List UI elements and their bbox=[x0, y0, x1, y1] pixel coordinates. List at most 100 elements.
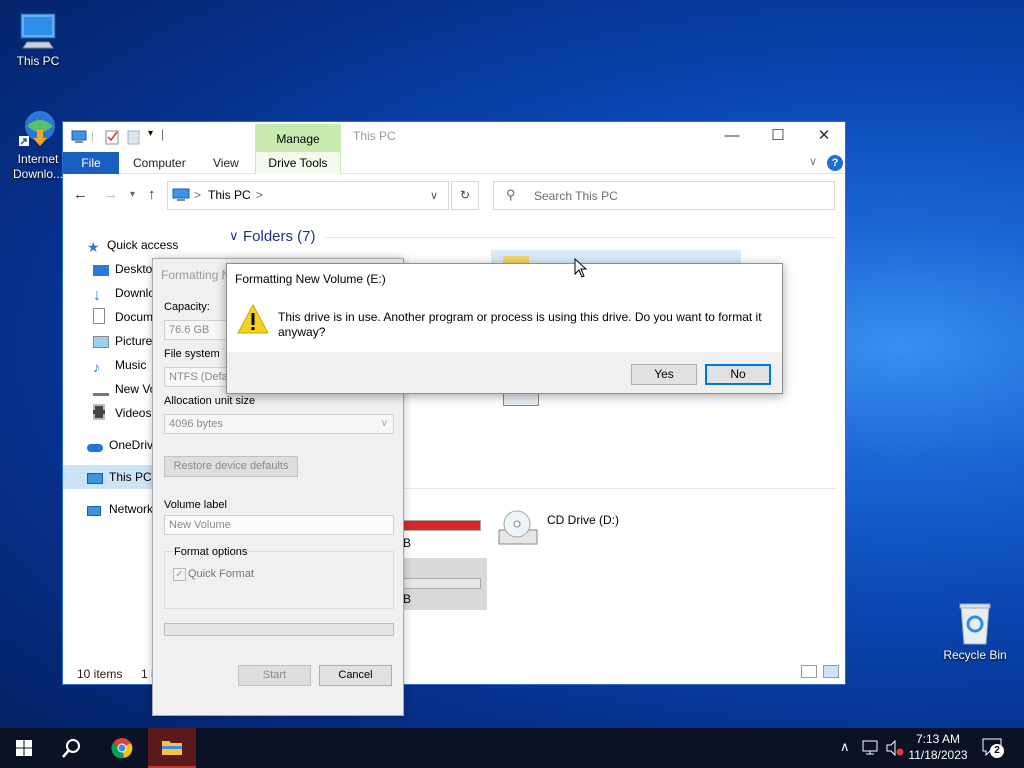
up-arrow-icon[interactable]: ↑ bbox=[148, 186, 156, 203]
address-bar[interactable]: > This PC > ∨ bbox=[167, 181, 449, 210]
drive-usage-bar bbox=[403, 520, 481, 531]
start-button[interactable] bbox=[0, 728, 48, 768]
search-icon: ⚲ bbox=[506, 187, 516, 202]
capacity-label: Capacity: bbox=[164, 301, 210, 313]
sidebar-item-music[interactable]: ♪ Music bbox=[93, 354, 146, 376]
new-folder-icon[interactable] bbox=[126, 129, 142, 145]
desktop-icon-label: Recycle Bin bbox=[943, 648, 1007, 662]
drive-free-space: B bbox=[403, 536, 412, 550]
close-button[interactable]: ✕ bbox=[801, 122, 847, 152]
allocation-unit-value: 4096 bytes bbox=[169, 418, 223, 430]
sidebar-item-videos[interactable]: Videos bbox=[93, 402, 151, 424]
cd-drive-icon[interactable] bbox=[495, 508, 541, 548]
back-arrow-icon[interactable]: ← bbox=[73, 186, 88, 203]
address-dropdown-icon[interactable]: ∨ bbox=[430, 189, 438, 202]
item-count: 10 items bbox=[77, 667, 123, 681]
internet-download-manager-icon bbox=[19, 111, 55, 146]
cd-drive-label[interactable]: CD Drive (D:) bbox=[547, 513, 619, 527]
allocation-unit-label: Allocation unit size bbox=[164, 395, 256, 407]
desktop-icon-this-pc[interactable]: This PC bbox=[0, 10, 76, 69]
properties-icon[interactable] bbox=[104, 129, 120, 145]
format-progress-bar bbox=[164, 623, 394, 636]
collapse-chevron-icon[interactable]: ∨ bbox=[229, 228, 239, 244]
qa-customize-icon[interactable]: ▾ bbox=[148, 128, 153, 139]
system-clock[interactable]: 7:13 AM 11/18/2023 bbox=[905, 731, 971, 763]
no-button[interactable]: No bbox=[705, 364, 771, 385]
search-button[interactable] bbox=[48, 728, 96, 768]
clock-time: 7:13 AM bbox=[915, 732, 961, 746]
sidebar-item-this-pc[interactable]: This PC bbox=[87, 466, 152, 488]
file-system-label: File system bbox=[164, 348, 220, 360]
sidebar-item-pictures[interactable]: Picture bbox=[93, 330, 152, 352]
search-box[interactable]: ⚲ Search This PC bbox=[493, 181, 835, 210]
tab-view[interactable]: View bbox=[213, 152, 239, 174]
start-button[interactable]: Start bbox=[238, 665, 311, 686]
taskbar-file-explorer[interactable] bbox=[148, 728, 196, 768]
tab-computer[interactable]: Computer bbox=[133, 152, 186, 174]
taskbar-chrome[interactable] bbox=[98, 728, 146, 768]
show-hidden-icons-icon[interactable]: ∧ bbox=[840, 739, 850, 755]
quick-format-checkbox[interactable]: ✓ bbox=[173, 568, 186, 581]
windows-logo-icon bbox=[16, 740, 32, 756]
warning-icon bbox=[237, 304, 269, 334]
folder-icon bbox=[162, 741, 182, 755]
computer-icon bbox=[20, 13, 56, 49]
dialog-message: This drive is in use. Another program or… bbox=[278, 310, 762, 339]
mouse-cursor-icon bbox=[574, 258, 588, 278]
search-placeholder[interactable]: Search This PC bbox=[534, 189, 618, 203]
breadcrumb-separator[interactable]: > bbox=[256, 188, 263, 202]
forward-arrow-icon[interactable]: → bbox=[103, 186, 118, 203]
format-options-label: Format options bbox=[173, 546, 249, 558]
cloud-icon bbox=[87, 444, 103, 452]
allocation-unit-select[interactable]: 4096 bytes ∨ bbox=[164, 414, 394, 434]
title-bar: | ▾ | Manage This PC — ☐ ✕ bbox=[63, 122, 845, 152]
tab-manage[interactable]: Manage bbox=[255, 124, 341, 152]
volume-muted-icon[interactable] bbox=[886, 740, 904, 756]
this-pc-icon bbox=[172, 188, 190, 201]
restore-defaults-button[interactable]: Restore device defaults bbox=[164, 456, 298, 477]
large-icons-view-icon[interactable] bbox=[823, 665, 839, 678]
maximize-button[interactable]: ☐ bbox=[755, 122, 801, 152]
drive-icon bbox=[93, 386, 109, 396]
selected-drive-tile[interactable]: B bbox=[403, 558, 487, 610]
desktop-icon-label: This PC bbox=[16, 54, 60, 68]
pictures-icon bbox=[93, 336, 109, 348]
sidebar-item-network[interactable]: Network bbox=[87, 498, 153, 520]
refresh-button[interactable]: ↻ bbox=[451, 181, 479, 210]
drive-usage-bar bbox=[403, 578, 481, 589]
chevron-down-icon: ∨ bbox=[380, 418, 388, 429]
minimize-button[interactable]: — bbox=[709, 122, 755, 152]
action-center-button[interactable]: 2 bbox=[982, 738, 1004, 758]
window-title: This PC bbox=[353, 129, 396, 143]
volume-label-input[interactable]: New Volume bbox=[164, 515, 394, 535]
sidebar-item-quick-access[interactable]: ★ Quick access bbox=[87, 234, 178, 256]
format-warning-dialog: Formatting New Volume (E:) This drive is… bbox=[226, 263, 783, 394]
breadcrumb-separator[interactable]: > bbox=[194, 188, 201, 202]
help-icon[interactable]: ? bbox=[827, 155, 843, 171]
quick-format-label: Quick Format bbox=[188, 568, 255, 580]
yes-button[interactable]: Yes bbox=[631, 364, 697, 385]
details-view-icon[interactable] bbox=[801, 665, 817, 678]
tab-file[interactable]: File bbox=[63, 152, 119, 174]
desktop-icon-recycle-bin[interactable]: Recycle Bin bbox=[937, 602, 1013, 663]
desktop-folder-icon bbox=[93, 265, 109, 276]
sidebar-item-onedrive[interactable]: OneDrive bbox=[87, 434, 160, 456]
tab-drive-tools[interactable]: Drive Tools bbox=[255, 152, 341, 174]
taskbar: ∧ 7:13 AM 11/18/2023 2 bbox=[0, 728, 1024, 768]
sidebar-item-desktop[interactable]: Desktop bbox=[93, 258, 159, 280]
recent-locations-icon[interactable]: ▾ bbox=[130, 189, 135, 200]
clock-date: 11/18/2023 bbox=[908, 748, 968, 762]
expand-ribbon-icon[interactable]: ∨ bbox=[809, 155, 817, 168]
folders-group-header[interactable]: Folders (7) bbox=[243, 228, 316, 245]
this-pc-small-icon bbox=[71, 130, 87, 143]
film-icon bbox=[93, 404, 105, 420]
format-dialog-title: Formatting N bbox=[161, 268, 231, 282]
sidebar-item-downloads[interactable]: ↓ Downlo bbox=[93, 282, 155, 304]
cancel-button[interactable]: Cancel bbox=[319, 665, 392, 686]
format-options-group: Format options ✓ Quick Format bbox=[164, 546, 394, 609]
breadcrumb-this-pc[interactable]: This PC bbox=[208, 188, 251, 202]
sidebar-item-documents[interactable]: Docum bbox=[93, 306, 153, 328]
network-status-icon[interactable] bbox=[862, 740, 880, 756]
dialog-title: Formatting New Volume (E:) bbox=[235, 272, 386, 286]
sidebar-item-new-volume[interactable]: New Vo bbox=[93, 378, 156, 400]
